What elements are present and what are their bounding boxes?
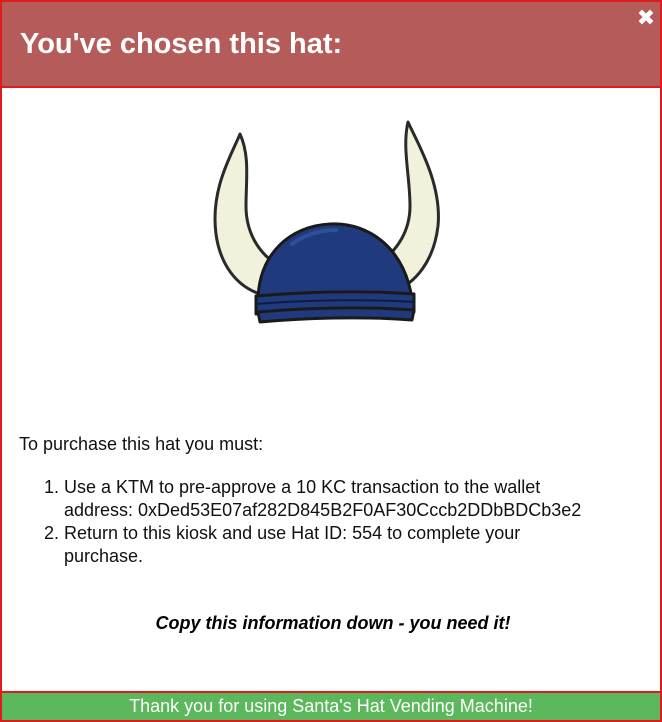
close-icon[interactable]: ✖: [632, 6, 660, 32]
step-item: Use a KTM to pre-approve a 10 KC transac…: [64, 476, 602, 522]
modal-header: You've chosen this hat: ✖: [0, 0, 662, 88]
copy-info-warning: Copy this information down - you need it…: [155, 613, 511, 633]
instructions-intro: To purchase this hat you must:: [19, 434, 264, 454]
modal-footer: Thank you for using Santa's Hat Vending …: [0, 691, 662, 722]
purchase-steps-list: Use a KTM to pre-approve a 10 KC transac…: [2, 476, 602, 568]
helmet-dome: [256, 222, 414, 304]
helmet-rim: [256, 306, 416, 324]
hat-purchase-modal: You've chosen this hat: ✖ To purchase th…: [0, 0, 662, 722]
step-item: Return to this kiosk and use Hat ID: 554…: [64, 522, 602, 568]
modal-body: To purchase this hat you must: Use a KTM…: [0, 88, 662, 691]
viking-helmet-image: [213, 120, 440, 324]
modal-title: You've chosen this hat:: [20, 28, 343, 60]
